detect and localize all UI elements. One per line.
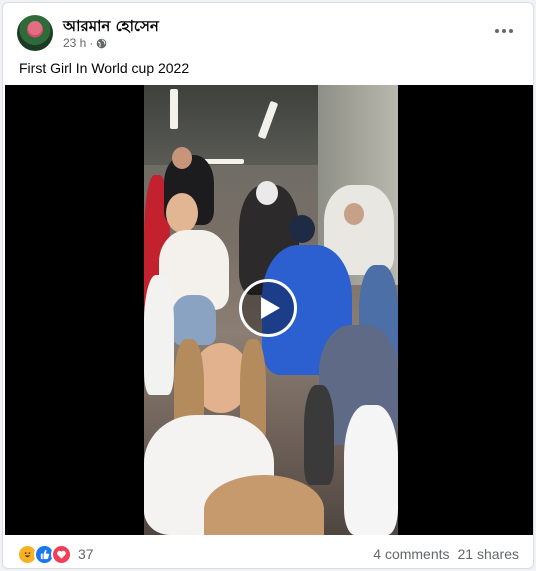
play-icon <box>261 297 280 319</box>
video-player[interactable] <box>5 85 533 535</box>
reactions-summary[interactable]: 37 <box>17 543 94 565</box>
post-footer: 37 4 comments 21 shares <box>17 541 519 567</box>
comments-count-link[interactable]: 4 comments <box>373 546 449 562</box>
meta-separator: · <box>89 36 94 50</box>
post-time[interactable]: 23 h <box>63 36 86 50</box>
more-icon <box>495 29 513 33</box>
globe-icon[interactable] <box>96 38 107 49</box>
post-meta: 23 h · <box>63 36 107 50</box>
avatar[interactable] <box>17 15 53 51</box>
post-card: আরমান হোসেন 23 h · First Girl In World c… <box>2 2 534 569</box>
post-caption: First Girl In World cup 2022 <box>19 60 190 76</box>
love-icon <box>51 543 72 565</box>
play-button[interactable] <box>239 279 297 337</box>
more-options-button[interactable] <box>489 19 519 43</box>
post-stats: 4 comments 21 shares <box>373 546 519 562</box>
shares-count-link[interactable]: 21 shares <box>458 546 519 562</box>
post-header: আরমান হোসেন 23 h · <box>17 13 519 57</box>
reaction-count: 37 <box>78 546 94 562</box>
